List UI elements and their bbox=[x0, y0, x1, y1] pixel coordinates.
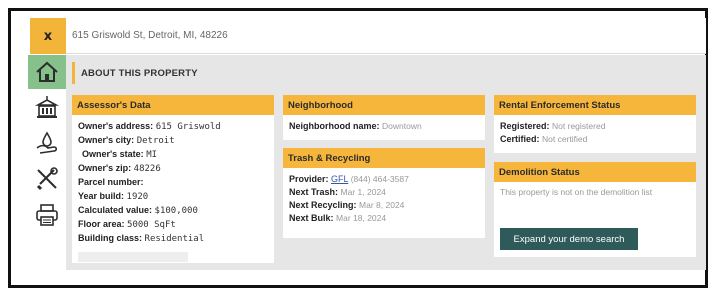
trash-fields: Next Trash: Mar 1, 2024 Next Recycling: M… bbox=[289, 186, 479, 225]
assessor-field-row: Owner's city: Detroit bbox=[78, 134, 268, 148]
assessor-card-header: Assessor's Data bbox=[72, 95, 274, 115]
assessor-field-row: Calculated value: $100,000 bbox=[78, 204, 268, 218]
home-icon bbox=[36, 61, 58, 82]
neighborhood-card-header: Neighborhood bbox=[283, 95, 485, 115]
assessor-field-value: 48226 bbox=[133, 164, 161, 174]
neighborhood-value: Downtown bbox=[382, 121, 422, 131]
assessor-field-row: Year build: 1920 bbox=[78, 190, 268, 204]
assessor-field-label: Building class: bbox=[78, 233, 143, 243]
assessor-field-value: 5000 SqFt bbox=[127, 220, 176, 230]
page-title: ABOUT THIS PROPERTY bbox=[72, 62, 281, 84]
nav-home[interactable] bbox=[28, 55, 66, 89]
trash-field-row: Next Bulk: Mar 18, 2024 bbox=[289, 212, 479, 225]
rental-field-label: Certified: bbox=[500, 134, 540, 144]
assessor-field-row: Owner's address: 615 Griswold bbox=[78, 120, 268, 134]
trash-field-row: Next Trash: Mar 1, 2024 bbox=[289, 186, 479, 199]
assessor-field-row: Parcel number: bbox=[78, 176, 268, 190]
trash-field-value: Mar 18, 2024 bbox=[336, 213, 387, 223]
rental-fields: Registered: Not registered Certified: Not… bbox=[494, 115, 696, 151]
building-icon bbox=[34, 96, 60, 118]
assessor-field-label: Owner's zip: bbox=[78, 163, 132, 173]
side-nav bbox=[28, 55, 66, 235]
assessor-field-label: Owner's state: bbox=[82, 149, 144, 159]
assessor-field-label: Floor area: bbox=[78, 219, 125, 229]
rental-card-header: Rental Enforcement Status bbox=[494, 95, 696, 115]
close-button[interactable]: x bbox=[30, 18, 66, 54]
demolition-card-header: Demolition Status bbox=[494, 162, 696, 182]
nav-print[interactable] bbox=[28, 197, 66, 233]
trash-card-header: Trash & Recycling bbox=[283, 148, 485, 168]
hand-drop-icon bbox=[36, 131, 58, 154]
assessor-field-row: Floor area: 5000 SqFt bbox=[78, 218, 268, 232]
page-title-text: ABOUT THIS PROPERTY bbox=[81, 67, 198, 79]
assessor-field-value: Residential bbox=[144, 234, 205, 244]
trash-field-row: Next Recycling: Mar 8, 2024 bbox=[289, 199, 479, 212]
assessor-field-row: Owner's state: MI bbox=[78, 148, 268, 162]
rental-field-value: Not registered bbox=[552, 121, 606, 131]
provider-link[interactable]: GFL bbox=[331, 174, 348, 184]
faded-bottom-row bbox=[78, 252, 188, 262]
trash-field-label: Next Recycling: bbox=[289, 200, 357, 210]
assessor-field-label: Owner's city: bbox=[78, 135, 135, 145]
address-text: 615 Griswold St, Detroit, MI, 48226 bbox=[72, 30, 228, 41]
assessor-field-label: Calculated value: bbox=[78, 205, 153, 215]
assessor-field-value: 615 Griswold bbox=[155, 122, 221, 132]
assessor-field-value: $100,000 bbox=[154, 206, 198, 216]
rental-field-label: Registered: bbox=[500, 121, 550, 131]
nav-tools[interactable] bbox=[28, 161, 66, 197]
assessor-card: Assessor's Data Owner's address: 615 Gri… bbox=[72, 95, 274, 263]
printer-icon bbox=[36, 204, 58, 226]
neighborhood-card: Neighborhood Neighborhood name: Downtown bbox=[283, 95, 485, 140]
assessor-field-label: Owner's address: bbox=[78, 121, 154, 131]
rental-card: Rental Enforcement Status Registered: No… bbox=[494, 95, 696, 153]
demolition-body: This property is not on the demolition l… bbox=[494, 182, 696, 203]
neighborhood-row: Neighborhood name: Downtown bbox=[289, 120, 479, 133]
trash-field-value: Mar 1, 2024 bbox=[340, 187, 386, 197]
nav-water[interactable] bbox=[28, 125, 66, 161]
demolition-text: This property is not on the demolition l… bbox=[500, 187, 653, 197]
neighborhood-body: Neighborhood name: Downtown bbox=[283, 115, 485, 138]
provider-row: Provider: GFL (844) 464-3587 bbox=[289, 173, 479, 186]
assessor-field-label: Parcel number: bbox=[78, 177, 144, 187]
nav-building[interactable] bbox=[28, 89, 66, 125]
expand-demo-search-button[interactable]: Expand your demo search bbox=[500, 228, 638, 250]
rental-field-value: Not certified bbox=[542, 134, 588, 144]
assessor-field-row: Building class: Residential bbox=[78, 232, 268, 246]
assessor-field-value: Detroit bbox=[136, 136, 175, 146]
assessor-field-label: Year build: bbox=[78, 191, 125, 201]
tools-icon bbox=[36, 167, 58, 191]
provider-phone: (844) 464-3587 bbox=[350, 174, 409, 184]
assessor-field-value: MI bbox=[146, 150, 158, 160]
trash-field-label: Next Bulk: bbox=[289, 213, 334, 223]
trash-card: Trash & Recycling Provider: GFL (844) 46… bbox=[283, 148, 485, 238]
assessor-field-value: 1920 bbox=[126, 192, 149, 202]
address-header: 615 Griswold St, Detroit, MI, 48226 bbox=[66, 18, 706, 54]
rental-field-row: Registered: Not registered bbox=[500, 120, 690, 133]
trash-field-label: Next Trash: bbox=[289, 187, 339, 197]
trash-field-value: Mar 8, 2024 bbox=[359, 200, 405, 210]
provider-label: Provider: bbox=[289, 174, 329, 184]
trash-body: Provider: GFL (844) 464-3587 Next Trash:… bbox=[283, 168, 485, 230]
neighborhood-label: Neighborhood name: bbox=[289, 121, 380, 131]
assessor-fields: Owner's address: 615 Griswold Owner's cit… bbox=[72, 115, 274, 251]
assessor-field-row: Owner's zip: 48226 bbox=[78, 162, 268, 176]
rental-field-row: Certified: Not certified bbox=[500, 133, 690, 146]
